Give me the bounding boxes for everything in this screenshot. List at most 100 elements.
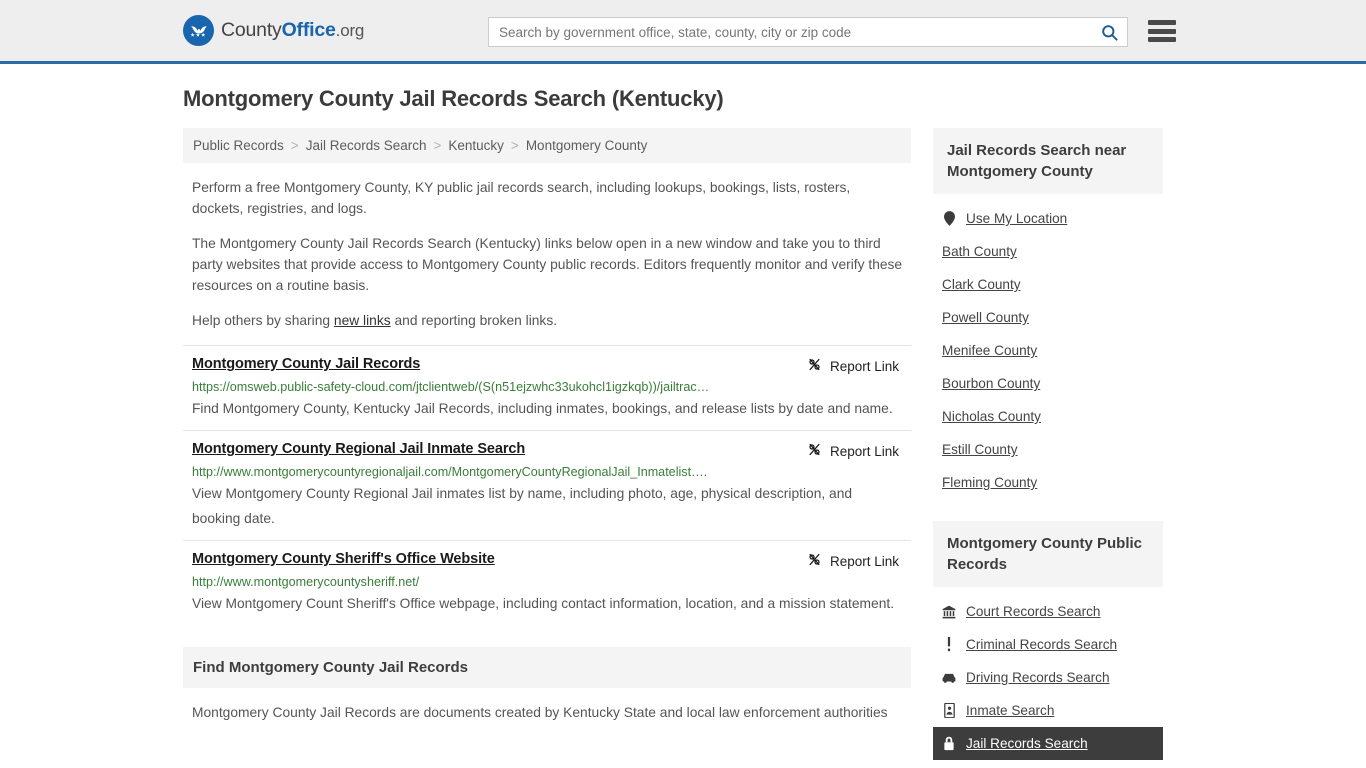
page-title: Montgomery County Jail Records Search (K… [183,86,724,111]
report-link-label: Report Link [829,553,899,569]
breadcrumb-item-2[interactable]: Jail Records Search [306,138,427,153]
county-label: Bourbon County [942,376,1041,391]
sidebar-county-link[interactable]: Clark County [933,268,1163,301]
county-label: Estill County [942,442,1018,457]
report-link-button[interactable]: Report Link [807,356,902,375]
result-header: Montgomery County Regional Jail Inmate S… [192,441,902,460]
main-content: Public Records > Jail Records Search > Kentu… [183,128,911,724]
breadcrumb-separator: > [510,138,519,153]
county-label: Fleming County [942,475,1038,490]
use-my-location-label: Use My Location [966,211,1068,226]
breadcrumb-item-4[interactable]: Montgomery County [526,138,648,153]
county-label: Nicholas County [942,409,1041,424]
search-icon [1101,24,1118,41]
sidebar-county-link[interactable]: Menifee County [933,334,1163,367]
brand-part-county: County [221,19,282,41]
breadcrumb: Public Records > Jail Records Search > Kentu… [183,128,911,163]
results-list: Montgomery County Jail Records Report Lin… [183,345,911,625]
intro-paragraph-1: Perform a free Montgomery County, KY pub… [192,180,851,216]
menu-bar-1 [1148,20,1176,25]
hamburger-menu-icon[interactable] [1148,18,1176,44]
result-title-link[interactable]: Montgomery County Sheriff's Office Websi… [192,551,495,567]
result-item: Montgomery County Jail Records Report Lin… [183,345,911,430]
brand-part-office: Office [281,19,336,41]
result-title-link[interactable]: Montgomery County Jail Records [192,356,420,372]
sidebar-county-link[interactable]: Fleming County [933,466,1163,499]
sidebar-county-link[interactable]: Nicholas County [933,400,1163,433]
share-text-after: and reporting broken links. [390,313,558,328]
sidebar-public-records-list: Court Records Search Criminal Records Sea… [933,587,1163,764]
site-header: CountyOffice.org [0,0,1366,64]
result-header: Montgomery County Jail Records Report Lin… [192,356,902,375]
sidebar-nearby-heading: Jail Records Search near Montgomery Coun… [933,128,1163,194]
breadcrumb-separator: > [290,138,299,153]
sidebar-county-link[interactable]: Bath County [933,235,1163,268]
result-url: http://www.montgomerycountyregionaljail.… [192,465,708,479]
county-links: Bath County Clark County Powell County Meni… [933,235,1163,499]
county-label: Clark County [942,277,1021,292]
eagle-shield-icon [183,15,214,46]
report-link-button[interactable]: Report Link [807,441,902,460]
result-description: View Montgomery County Regional Jail inm… [192,486,853,526]
search-input[interactable] [489,18,1091,46]
record-link-label: Court Records Search [966,604,1101,619]
record-link-label: Inmate Search [966,703,1055,718]
car-icon [942,672,956,684]
sidebar-record-link[interactable]: Court Records Search [933,595,1163,628]
bank-icon [942,605,956,619]
result-item: Montgomery County Sheriff's Office Websi… [183,540,911,625]
breadcrumb-item-3[interactable]: Kentucky [448,138,504,153]
sidebar: Jail Records Search near Montgomery Coun… [933,128,1163,764]
result-title-link[interactable]: Montgomery County Regional Jail Inmate S… [192,441,525,457]
sidebar-county-link[interactable]: Powell County [933,301,1163,334]
result-url: https://omsweb.public-safety-cloud.com/j… [192,380,710,394]
exclamation-icon [942,637,956,652]
broken-link-icon [807,357,822,375]
site-brand-name: CountyOffice.org [221,19,364,42]
broken-link-icon [807,442,822,460]
new-links-link[interactable]: new links [334,313,391,328]
lock-icon [942,736,956,751]
breadcrumb-separator: > [433,138,442,153]
sidebar-record-link[interactable]: Criminal Records Search [933,628,1163,661]
county-label: Menifee County [942,343,1038,358]
county-label: Powell County [942,310,1029,325]
result-description: Find Montgomery County, Kentucky Jail Re… [192,401,893,416]
brand-part-org: .org [335,21,365,40]
result-description: View Montgomery Count Sheriff's Office w… [192,596,895,611]
site-logo-link[interactable]: CountyOffice.org [183,15,364,46]
sidebar-record-link[interactable]: Driving Records Search [933,661,1163,694]
broken-link-icon [807,552,822,570]
sidebar-county-link[interactable]: Bourbon County [933,367,1163,400]
search-bar[interactable] [488,17,1128,47]
result-item: Montgomery County Regional Jail Inmate S… [183,430,911,540]
id-card-icon [942,703,956,718]
sidebar-item-use-my-location[interactable]: Use My Location [933,202,1163,235]
report-link-button[interactable]: Report Link [807,551,902,570]
report-link-label: Report Link [829,358,899,374]
sidebar-public-records-heading: Montgomery County Public Records [933,521,1163,587]
find-records-heading: Find Montgomery County Jail Records [183,647,911,688]
county-label: Bath County [942,244,1017,259]
record-link-label: Driving Records Search [966,670,1110,685]
map-pin-icon [942,211,956,226]
result-url: http://www.montgomerycountysheriff.net/ [192,575,420,589]
intro-paragraph-3: Help others by sharing new links and rep… [183,310,911,331]
record-link-label: Criminal Records Search [966,637,1118,652]
menu-bar-2 [1148,28,1176,34]
menu-bar-3 [1148,37,1176,42]
intro-paragraph-2: The Montgomery County Jail Records Searc… [192,236,903,293]
find-records-body: Montgomery County Jail Records are docum… [192,705,888,720]
report-link-label: Report Link [829,443,899,459]
page-container: Montgomery County Jail Records Search (K… [183,64,1183,764]
sidebar-nearby-list: Use My Location Bath County Clark County P… [933,194,1163,503]
search-button[interactable] [1091,18,1127,46]
share-text-before: Help others by sharing [192,313,334,328]
result-header: Montgomery County Sheriff's Office Websi… [192,551,902,570]
sidebar-record-link[interactable]: Inmate Search [933,694,1163,727]
breadcrumb-item-1[interactable]: Public Records [193,138,284,153]
sidebar-county-link[interactable]: Estill County [933,433,1163,466]
sidebar-record-link-active[interactable]: Jail Records Search [933,727,1163,760]
record-link-label: Jail Records Search [966,736,1088,751]
